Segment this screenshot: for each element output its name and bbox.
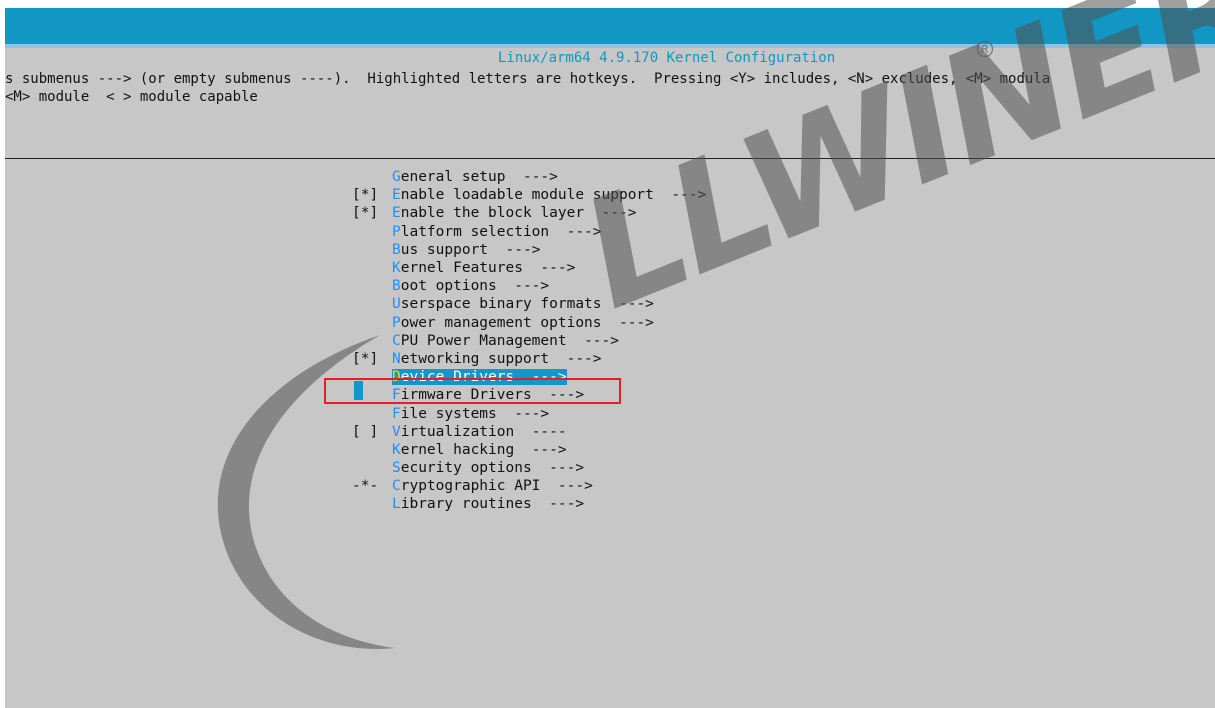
item-label: nable loadable module support bbox=[400, 187, 654, 204]
menu-item-bus-support[interactable]: Bus support ---> bbox=[352, 241, 706, 259]
menu-item-virtualization[interactable]: [ ] Virtualization ---- bbox=[352, 423, 706, 441]
item-hotkey: C bbox=[392, 332, 401, 349]
item-label: nable the block layer bbox=[400, 205, 585, 222]
menu-item-loadable-module-support[interactable]: [*] Enable loadable module support ---> bbox=[352, 186, 706, 204]
item-state: [ ] bbox=[352, 423, 379, 440]
item-hotkey: S bbox=[392, 460, 401, 477]
item-label: eneral setup bbox=[400, 169, 506, 186]
item-hotkey: U bbox=[392, 296, 401, 313]
submenu-arrow: ---> bbox=[540, 478, 593, 495]
menu-item-kernel-features[interactable]: Kernel Features ---> bbox=[352, 259, 706, 277]
item-hotkey: B bbox=[392, 241, 401, 258]
submenu-arrow: ---> bbox=[505, 169, 558, 186]
submenu-arrow: ---> bbox=[531, 460, 585, 477]
item-hotkey: G bbox=[392, 169, 401, 186]
menu-item-block-layer[interactable]: [*] Enable the block layer ---> bbox=[352, 204, 706, 222]
menu-item-platform-selection[interactable]: Platform selection ---> bbox=[352, 223, 706, 241]
item-hotkey: P bbox=[392, 223, 401, 240]
menu-item-file-systems[interactable]: File systems ---> bbox=[352, 404, 706, 422]
item-label: ile systems bbox=[400, 405, 497, 422]
item-hotkey: N bbox=[392, 350, 401, 367]
item-hotkey: C bbox=[392, 478, 401, 495]
item-hotkey: P bbox=[392, 314, 401, 331]
item-hotkey: E bbox=[392, 187, 401, 204]
item-label: ecurity options bbox=[400, 460, 532, 477]
menu-item-boot-options[interactable]: Boot options ---> bbox=[352, 277, 706, 295]
submenu-arrow: ---> bbox=[584, 205, 637, 222]
annotation-highlight-box bbox=[324, 378, 621, 404]
submenu-arrow: ---> bbox=[601, 296, 654, 313]
item-hotkey: K bbox=[392, 260, 401, 277]
item-label: us support bbox=[400, 241, 489, 258]
item-hotkey: E bbox=[392, 205, 401, 222]
item-label: etworking support bbox=[400, 350, 550, 367]
menu-item-cryptographic-api[interactable]: -*- Cryptographic API ---> bbox=[352, 477, 706, 495]
item-hotkey: B bbox=[392, 278, 401, 295]
item-label: ryptographic API bbox=[400, 478, 541, 495]
item-label: latform selection bbox=[400, 223, 550, 240]
item-label: serspace binary formats bbox=[400, 296, 602, 313]
menu-item-power-management-options[interactable]: Power management options ---> bbox=[352, 314, 706, 332]
item-label: PU Power Management bbox=[400, 332, 567, 349]
item-state: -*- bbox=[352, 478, 379, 495]
screenshot: Linux/arm64 4.9.170 Kernel Configuration… bbox=[0, 0, 1215, 708]
menu-item-networking-support[interactable]: [*] Networking support ---> bbox=[352, 350, 706, 368]
menu-item-cpu-power-management[interactable]: CPU Power Management ---> bbox=[352, 332, 706, 350]
window-title-bar bbox=[5, 8, 1215, 44]
menu-item-general-setup[interactable]: General setup ---> bbox=[352, 168, 706, 186]
help-text-line-2: <M> module < > module capable bbox=[5, 89, 258, 105]
item-label: ernel Features bbox=[400, 260, 523, 277]
submenu-arrow: ---> bbox=[601, 314, 654, 331]
item-hotkey: F bbox=[392, 405, 401, 422]
submenu-arrow: ---> bbox=[496, 405, 550, 422]
item-label: ernel hacking bbox=[400, 441, 515, 458]
item-hotkey: K bbox=[392, 441, 401, 458]
submenu-arrow: ---> bbox=[522, 260, 576, 277]
submenu-arrow: ---> bbox=[653, 187, 707, 204]
item-label: irtualization bbox=[400, 423, 515, 440]
item-state: [*] bbox=[352, 350, 379, 367]
item-hotkey: V bbox=[392, 423, 401, 440]
registered-mark-icon bbox=[976, 40, 994, 58]
submenu-arrow: ---- bbox=[514, 423, 567, 440]
item-label: oot options bbox=[400, 278, 497, 295]
submenu-arrow: ---> bbox=[549, 350, 602, 367]
menu-divider bbox=[5, 158, 1215, 159]
menu-item-library-routines[interactable]: Library routines ---> bbox=[352, 495, 706, 513]
submenu-arrow: ---> bbox=[566, 332, 619, 349]
kernel-config-menu: General setup ---> [*] Enable loadable mo… bbox=[352, 168, 706, 514]
item-state: [*] bbox=[352, 205, 379, 222]
menu-item-userspace-binary-formats[interactable]: Userspace binary formats ---> bbox=[352, 295, 706, 313]
item-label: ibrary routines bbox=[400, 496, 532, 513]
menuconfig-title: Linux/arm64 4.9.170 Kernel Configuration bbox=[498, 50, 836, 66]
submenu-arrow: ---> bbox=[549, 223, 602, 240]
item-label: ower management options bbox=[400, 314, 602, 331]
submenu-arrow: ---> bbox=[514, 441, 567, 458]
item-state: [*] bbox=[352, 187, 379, 204]
submenu-arrow: ---> bbox=[488, 241, 541, 258]
menu-item-kernel-hacking[interactable]: Kernel hacking ---> bbox=[352, 441, 706, 459]
submenu-arrow: ---> bbox=[531, 496, 585, 513]
submenu-arrow: ---> bbox=[496, 278, 550, 295]
menu-item-security-options[interactable]: Security options ---> bbox=[352, 459, 706, 477]
item-hotkey: L bbox=[392, 496, 401, 513]
help-text-line-1: s submenus ---> (or empty submenus ----)… bbox=[5, 71, 1051, 87]
